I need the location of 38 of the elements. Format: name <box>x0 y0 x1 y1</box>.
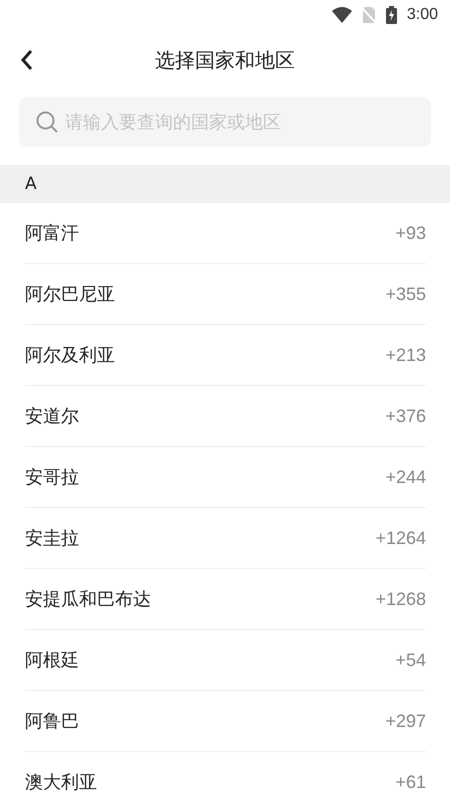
search-icon <box>35 110 59 134</box>
country-code: +61 <box>395 772 426 792</box>
country-name: 安道尔 <box>25 405 79 428</box>
country-name: 阿尔及利亚 <box>25 344 115 367</box>
country-row[interactable]: 安道尔 +376 <box>25 386 426 447</box>
country-name: 澳大利亚 <box>25 771 97 794</box>
country-row[interactable]: 阿鲁巴 +297 <box>25 691 426 752</box>
country-row[interactable]: 阿尔及利亚 +213 <box>25 325 426 386</box>
country-code: +355 <box>385 284 426 304</box>
no-sim-icon <box>362 6 376 24</box>
battery-icon <box>386 6 397 24</box>
section-letter: A <box>25 174 37 194</box>
country-name: 阿鲁巴 <box>25 710 79 733</box>
country-row[interactable]: 阿尔巴尼亚 +355 <box>25 264 426 325</box>
country-name: 阿根廷 <box>25 649 79 672</box>
country-row[interactable]: 安圭拉 +1264 <box>25 508 426 569</box>
wifi-icon <box>332 7 352 23</box>
country-code: +213 <box>385 344 426 366</box>
country-name: 安哥拉 <box>25 466 79 489</box>
country-row[interactable]: 阿根廷 +54 <box>25 630 426 691</box>
country-row[interactable]: 澳大利亚 +61 <box>25 752 426 800</box>
page-title: 选择国家和地区 <box>155 46 295 74</box>
country-code: +244 <box>385 466 426 488</box>
country-code: +376 <box>385 406 426 426</box>
country-code: +297 <box>385 710 426 732</box>
country-code: +93 <box>395 222 426 244</box>
country-name: 安提瓜和巴布达 <box>25 588 151 611</box>
country-row[interactable]: 安哥拉 +244 <box>25 447 426 508</box>
country-name: 阿富汗 <box>25 222 79 245</box>
country-row[interactable]: 安提瓜和巴布达 +1268 <box>25 569 426 630</box>
status-time: 3:00 <box>406 6 438 24</box>
country-code: +1268 <box>375 588 426 610</box>
back-icon[interactable] <box>20 49 34 71</box>
country-name: 安圭拉 <box>25 527 79 550</box>
country-code: +1264 <box>375 528 426 548</box>
country-row[interactable]: 阿富汗 +93 <box>25 203 426 264</box>
country-name: 阿尔巴尼亚 <box>25 283 115 306</box>
country-code: +54 <box>395 650 426 670</box>
